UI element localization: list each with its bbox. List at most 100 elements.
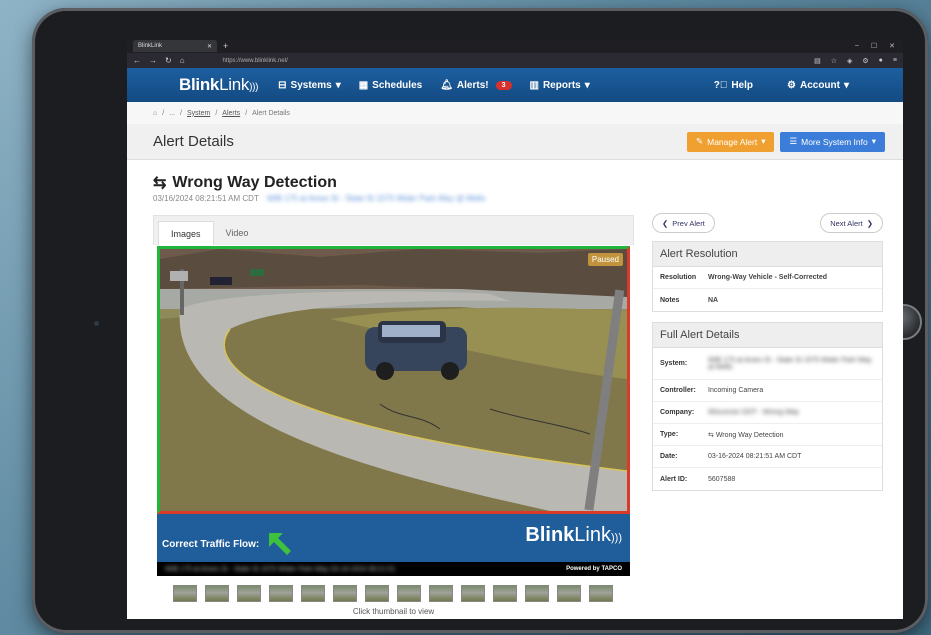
thumbnail[interactable] bbox=[173, 585, 197, 602]
caret-down-icon: ▾ bbox=[843, 79, 849, 91]
nav-reports[interactable]: ▥ Reports ▾ bbox=[530, 80, 590, 91]
alert-id-value: 5607588 bbox=[708, 475, 736, 483]
details-heading: Full Alert Details bbox=[653, 323, 882, 348]
nav-help[interactable]: ?⃝ Help bbox=[714, 80, 753, 91]
extensions-icon[interactable]: ⚙ bbox=[862, 57, 868, 65]
close-window-icon[interactable]: ✕ bbox=[889, 42, 895, 50]
close-tab-icon[interactable]: ✕ bbox=[207, 43, 212, 50]
powered-by: Powered by TAPCO bbox=[566, 566, 622, 572]
thumbnail[interactable] bbox=[493, 585, 517, 602]
thumbnail[interactable] bbox=[333, 585, 357, 602]
thumbnail[interactable] bbox=[205, 585, 229, 602]
system-row: System: WIB 175 at Ames St - State St 15… bbox=[653, 348, 882, 380]
thumbnail[interactable] bbox=[589, 585, 613, 602]
wrong-way-icon: ⇆ bbox=[708, 431, 716, 439]
camera-image[interactable]: Paused bbox=[157, 246, 630, 514]
browser-toolbar-icons: ▤ ☆ ◈ ⚙ ● ≡ bbox=[814, 57, 897, 65]
thumbnail[interactable] bbox=[557, 585, 581, 602]
thumbnail[interactable] bbox=[301, 585, 325, 602]
type-value: Wrong Way Detection bbox=[715, 431, 784, 439]
nav-schedules[interactable]: ▦ Schedules bbox=[359, 80, 422, 91]
signal-icon: ))) bbox=[611, 532, 622, 544]
chart-icon: ▥ bbox=[529, 79, 539, 91]
resolution-heading: Alert Resolution bbox=[653, 242, 882, 267]
prev-alert-button[interactable]: ❮ Prev Alert bbox=[652, 213, 715, 233]
brand-logo[interactable]: BlinkLink))) bbox=[179, 75, 258, 95]
nav-systems[interactable]: ⊟ Systems ▾ bbox=[278, 80, 341, 91]
reader-icon[interactable]: ▤ bbox=[814, 57, 821, 65]
type-row: Type: ⇆ Wrong Way Detection bbox=[653, 424, 882, 446]
resolution-row: Resolution Wrong-Way Vehicle - Self-Corr… bbox=[653, 267, 882, 289]
forward-icon[interactable]: → bbox=[149, 56, 157, 65]
browser-urlbar: ← → ↻ ⌂ https://www.blinklink.net/ ▤ ☆ ◈… bbox=[127, 53, 903, 68]
calendar-icon: ▦ bbox=[358, 79, 369, 91]
thumbnail-strip bbox=[173, 585, 613, 602]
home-icon[interactable]: ⌂ bbox=[180, 56, 185, 65]
next-alert-button[interactable]: Next Alert ❯ bbox=[820, 213, 883, 233]
systems-icon: ⊟ bbox=[278, 79, 287, 91]
system-value[interactable]: WIB 175 at Ames St - State St 1575 Wider… bbox=[708, 357, 875, 371]
banner-logo: BlinkLink))) bbox=[525, 524, 622, 546]
thumbnail[interactable] bbox=[365, 585, 389, 602]
media-tabs: Images Video bbox=[153, 215, 634, 245]
caret-down-icon: ▾ bbox=[871, 136, 876, 146]
crumb-system[interactable]: System bbox=[187, 110, 210, 117]
resolution-value: Wrong-Way Vehicle - Self-Corrected bbox=[708, 274, 828, 281]
manage-alert-button[interactable]: ✎ Manage Alert ▾ bbox=[686, 131, 775, 152]
signal-icon: ))) bbox=[249, 82, 259, 93]
url-field[interactable]: https://www.blinklink.net/ bbox=[223, 58, 288, 64]
tablet-frame: BlinkLink ✕ + – ☐ ✕ ← → ↻ ⌂ https://www.… bbox=[32, 8, 928, 633]
thumbnail[interactable] bbox=[429, 585, 453, 602]
window-controls: – ☐ ✕ bbox=[855, 42, 903, 50]
minimize-icon[interactable]: – bbox=[855, 42, 859, 50]
help-icon: ?⃝ bbox=[713, 79, 728, 91]
shield-icon[interactable]: ◈ bbox=[847, 57, 852, 65]
wrong-way-icon: ⇆ bbox=[153, 175, 167, 192]
menu-icon[interactable]: ≡ bbox=[893, 57, 897, 65]
list-icon: ☰ bbox=[789, 136, 798, 146]
nav-account[interactable]: ⚙ Account ▾ bbox=[787, 80, 849, 91]
caret-down-icon: ▾ bbox=[761, 136, 766, 146]
screen: BlinkLink ✕ + – ☐ ✕ ← → ↻ ⌂ https://www.… bbox=[127, 39, 903, 619]
alerts-badge: 3 bbox=[495, 80, 512, 90]
thumbnail[interactable] bbox=[525, 585, 549, 602]
correct-flow-label: Correct Traffic Flow: bbox=[162, 531, 293, 557]
reload-icon[interactable]: ↻ bbox=[165, 56, 172, 65]
home-crumb-icon[interactable]: ⌂ bbox=[153, 110, 157, 117]
browser-tab[interactable]: BlinkLink ✕ bbox=[133, 40, 217, 52]
tab-images[interactable]: Images bbox=[158, 221, 214, 245]
bookmark-icon[interactable]: ☆ bbox=[831, 57, 837, 65]
back-icon[interactable]: ← bbox=[133, 56, 141, 65]
caption-bar: WIB 175 at Ames St - State St 1575 Wider… bbox=[157, 562, 630, 576]
profile-icon[interactable]: ● bbox=[879, 57, 883, 65]
alert-resolution-box: Alert Resolution Resolution Wrong-Way Ve… bbox=[652, 241, 883, 312]
camera-scene bbox=[160, 249, 627, 511]
arrow-up-left-icon bbox=[269, 533, 292, 555]
thumbnail-hint: Click thumbnail to view bbox=[352, 607, 435, 616]
thumbnail[interactable] bbox=[461, 585, 485, 602]
crumb-ellipsis[interactable]: ... bbox=[169, 110, 175, 117]
new-tab-icon[interactable]: + bbox=[223, 41, 228, 51]
company-row: Company: Wisconsin DOT - Wrong Way bbox=[653, 402, 882, 424]
chevron-left-icon: ❮ bbox=[662, 218, 669, 228]
nav-alerts[interactable]: 🔔︎ Alerts! 3 bbox=[440, 80, 512, 91]
app-navbar: BlinkLink))) ⊟ Systems ▾ ▦ Schedules 🔔︎ … bbox=[127, 68, 903, 102]
breadcrumb: ⌂ / ... / System / Alerts / Alert Details bbox=[127, 102, 903, 124]
page-title: Alert Details bbox=[153, 133, 234, 150]
alert-id-row: Alert ID: 5607588 bbox=[653, 468, 882, 490]
thumbnail[interactable] bbox=[237, 585, 261, 602]
thumbnail[interactable] bbox=[397, 585, 421, 602]
controller-row: Controller: Incoming Camera bbox=[653, 380, 882, 402]
traffic-banner: Correct Traffic Flow: BlinkLink))) bbox=[157, 514, 630, 562]
alert-location-link[interactable]: WIB 175 at Ames St - State St 1575 Wider… bbox=[267, 194, 486, 203]
crumb-alerts[interactable]: Alerts bbox=[222, 110, 240, 117]
alert-subtitle: 03/16/2024 08:21:51 AM CDT WIB 175 at Am… bbox=[153, 194, 485, 203]
notes-row: Notes NA bbox=[653, 289, 882, 311]
nav-right: ?⃝ Help ⚙ Account ▾ bbox=[714, 80, 903, 91]
maximize-icon[interactable]: ☐ bbox=[871, 42, 877, 50]
more-system-info-button[interactable]: ☰ More System Info ▾ bbox=[780, 131, 885, 152]
company-value: Wisconsin DOT - Wrong Way bbox=[708, 409, 799, 416]
paused-badge: Paused bbox=[587, 253, 623, 266]
tab-video[interactable]: Video bbox=[214, 221, 261, 245]
thumbnail[interactable] bbox=[269, 585, 293, 602]
